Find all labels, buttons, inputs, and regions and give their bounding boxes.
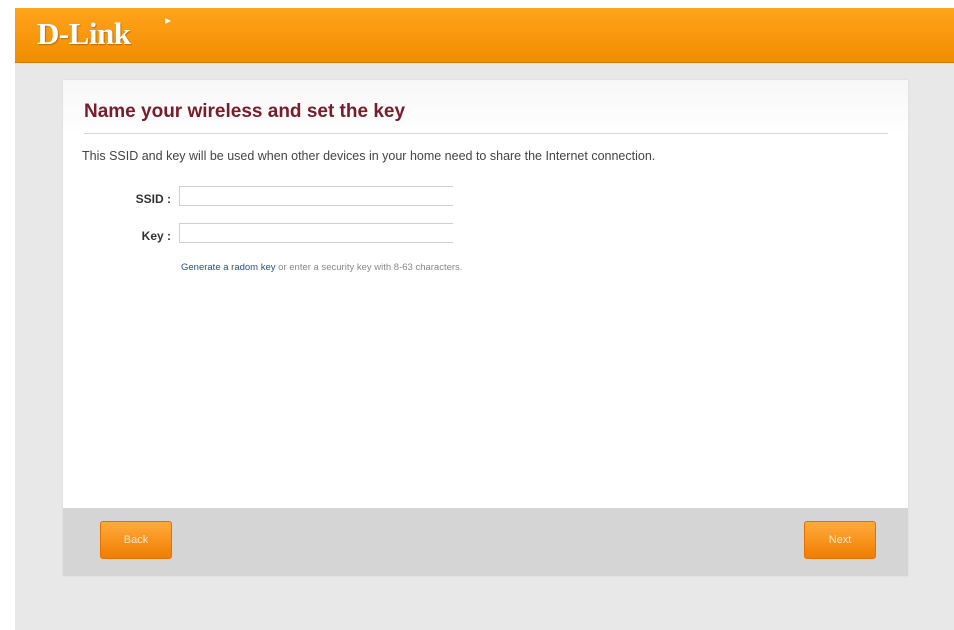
logo-mark-icon — [165, 18, 171, 24]
header-bar: D-Link — [15, 8, 954, 63]
key-hint-text: or enter a security key with 8-63 charac… — [275, 262, 463, 273]
next-button[interactable]: Next — [804, 521, 876, 559]
ssid-input[interactable] — [179, 186, 453, 206]
ssid-label: SSID : — [135, 192, 171, 206]
description-text: This SSID and key will be used when othe… — [82, 149, 656, 163]
wizard-panel: Name your wireless and set the key This … — [63, 80, 908, 576]
key-input[interactable] — [179, 223, 453, 243]
generate-random-key-link[interactable]: Generate a radom key — [181, 262, 276, 273]
dlink-logo: D-Link — [37, 16, 131, 51]
back-button[interactable]: Back — [100, 521, 172, 559]
key-label: Key : — [141, 229, 171, 243]
title-divider — [84, 133, 888, 134]
key-hint: Generate a radom key or enter a security… — [181, 262, 462, 273]
page-background: D-Link Name your wireless and set the ke… — [15, 8, 954, 630]
page-title: Name your wireless and set the key — [84, 101, 406, 122]
wizard-footer: Back Next — [63, 508, 908, 576]
